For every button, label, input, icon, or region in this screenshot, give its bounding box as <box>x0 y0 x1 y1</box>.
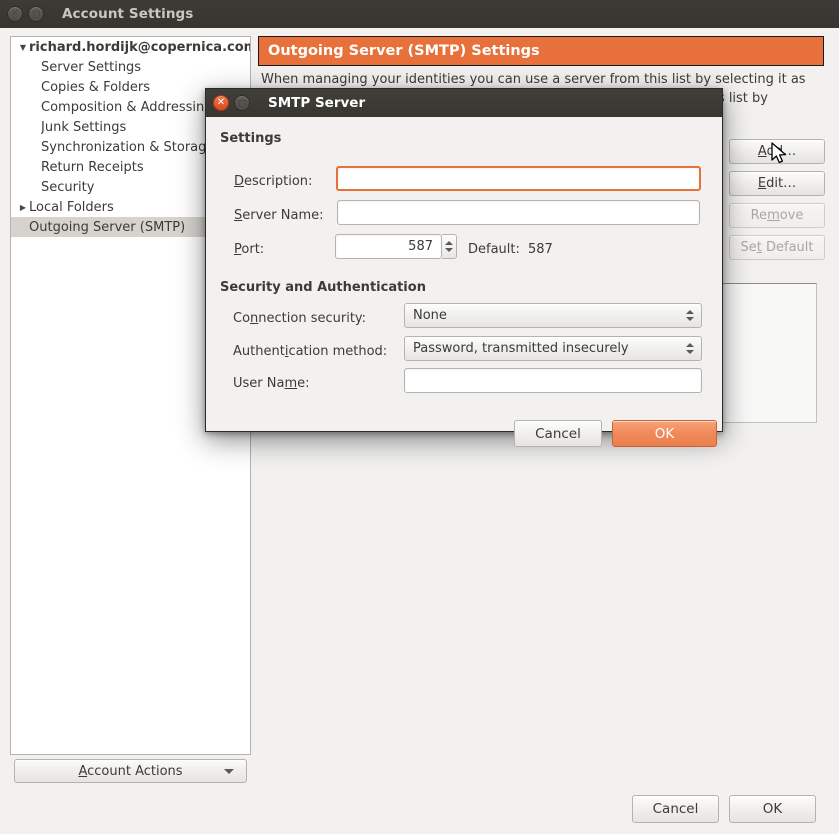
maximize-icon[interactable] <box>28 6 44 22</box>
tree-item-label: richard.hordijk@copernica.com <box>29 40 250 55</box>
main-ok-button[interactable]: OK <box>729 795 816 823</box>
smtp-server-dialog: ✕ SMTP Server Settings Description: Serv… <box>205 88 723 432</box>
tree-item-label: Outgoing Server (SMTP) <box>29 220 185 235</box>
tree-item-account[interactable]: ▼ richard.hordijk@copernica.com <box>11 37 250 57</box>
account-actions-button[interactable]: Account Actions <box>14 759 247 783</box>
tree-item-label: Synchronization & Storage <box>41 140 214 155</box>
dialog-titlebar: ✕ SMTP Server <box>206 89 722 117</box>
security-group-title: Security and Authentication <box>220 280 426 295</box>
edit-button[interactable]: Edit… <box>729 171 825 196</box>
port-label: Port: <box>234 242 264 257</box>
edit-button-label: Edit… <box>758 176 796 191</box>
tree-item-label: Junk Settings <box>41 120 126 135</box>
maximize-icon[interactable] <box>234 95 250 111</box>
stepper-down-icon[interactable] <box>445 248 453 252</box>
tree-item-label: Server Settings <box>41 60 141 75</box>
tree-item-label: Security <box>41 180 94 195</box>
window-title: Account Settings <box>62 6 193 22</box>
port-input[interactable]: 587 <box>335 234 442 259</box>
chevron-down-icon[interactable]: ▼ <box>17 43 29 52</box>
tree-item-server-settings[interactable]: Server Settings <box>11 57 250 77</box>
window-controls: ✕ <box>0 6 44 22</box>
dialog-body: Settings Description: Server Name: Port:… <box>206 117 722 433</box>
connection-security-select[interactable]: None <box>404 303 702 328</box>
user-name-input[interactable] <box>404 368 702 393</box>
port-default-label: Default: <box>468 242 520 257</box>
server-action-buttons: Add… Edit… Remove Set Default <box>729 139 825 260</box>
port-stepper[interactable] <box>442 234 457 259</box>
tree-item-label: Copies & Folders <box>41 80 150 95</box>
dialog-ok-button[interactable]: OK <box>612 420 717 447</box>
tree-item-label: Return Receipts <box>41 160 144 175</box>
main-titlebar: ✕ Account Settings <box>0 0 839 28</box>
settings-group-title: Settings <box>220 131 281 146</box>
updown-arrows-icon <box>686 310 694 321</box>
auth-method-label: Authentication method: <box>233 344 387 359</box>
account-settings-window: ✕ Account Settings ▼ richard.hordijk@cop… <box>0 0 839 834</box>
remove-button: Remove <box>729 203 825 228</box>
connection-security-label: Connection security: <box>233 311 366 326</box>
description-label: Description: <box>234 174 312 189</box>
connection-security-value: None <box>413 308 447 323</box>
server-name-label: Server Name: <box>234 208 324 223</box>
add-button[interactable]: Add… <box>729 139 825 164</box>
tree-item-label: Composition & Addressing <box>41 100 212 115</box>
stepper-up-icon[interactable] <box>445 241 453 245</box>
chevron-right-icon[interactable]: ▶ <box>17 203 29 212</box>
main-footer-buttons: Cancel OK <box>632 795 816 823</box>
close-icon[interactable]: ✕ <box>213 95 229 111</box>
account-actions-label: Account Actions <box>78 764 182 779</box>
auth-method-select[interactable]: Password, transmitted insecurely <box>404 336 702 361</box>
tree-item-label: Local Folders <box>29 200 114 215</box>
page-title: Outgoing Server (SMTP) Settings <box>258 36 824 66</box>
description-input[interactable] <box>336 166 701 191</box>
chevron-down-icon <box>224 769 234 774</box>
auth-method-value: Password, transmitted insecurely <box>413 341 629 356</box>
dialog-title: SMTP Server <box>268 95 365 111</box>
add-button-label: Add… <box>758 144 796 159</box>
port-default-value: 587 <box>528 242 553 257</box>
close-icon[interactable]: ✕ <box>7 6 23 22</box>
updown-arrows-icon <box>686 343 694 354</box>
dialog-cancel-button[interactable]: Cancel <box>514 420 602 447</box>
remove-button-label: Remove <box>751 208 804 223</box>
set-default-button: Set Default <box>729 235 825 260</box>
section-description-line1: When managing your identities you can us… <box>261 70 824 89</box>
dialog-window-controls: ✕ <box>206 95 250 111</box>
set-default-button-label: Set Default <box>741 240 814 255</box>
server-name-input[interactable] <box>337 200 700 225</box>
user-name-label: User Name: <box>233 376 310 391</box>
main-cancel-button[interactable]: Cancel <box>632 795 719 823</box>
port-input-value: 587 <box>408 239 433 254</box>
